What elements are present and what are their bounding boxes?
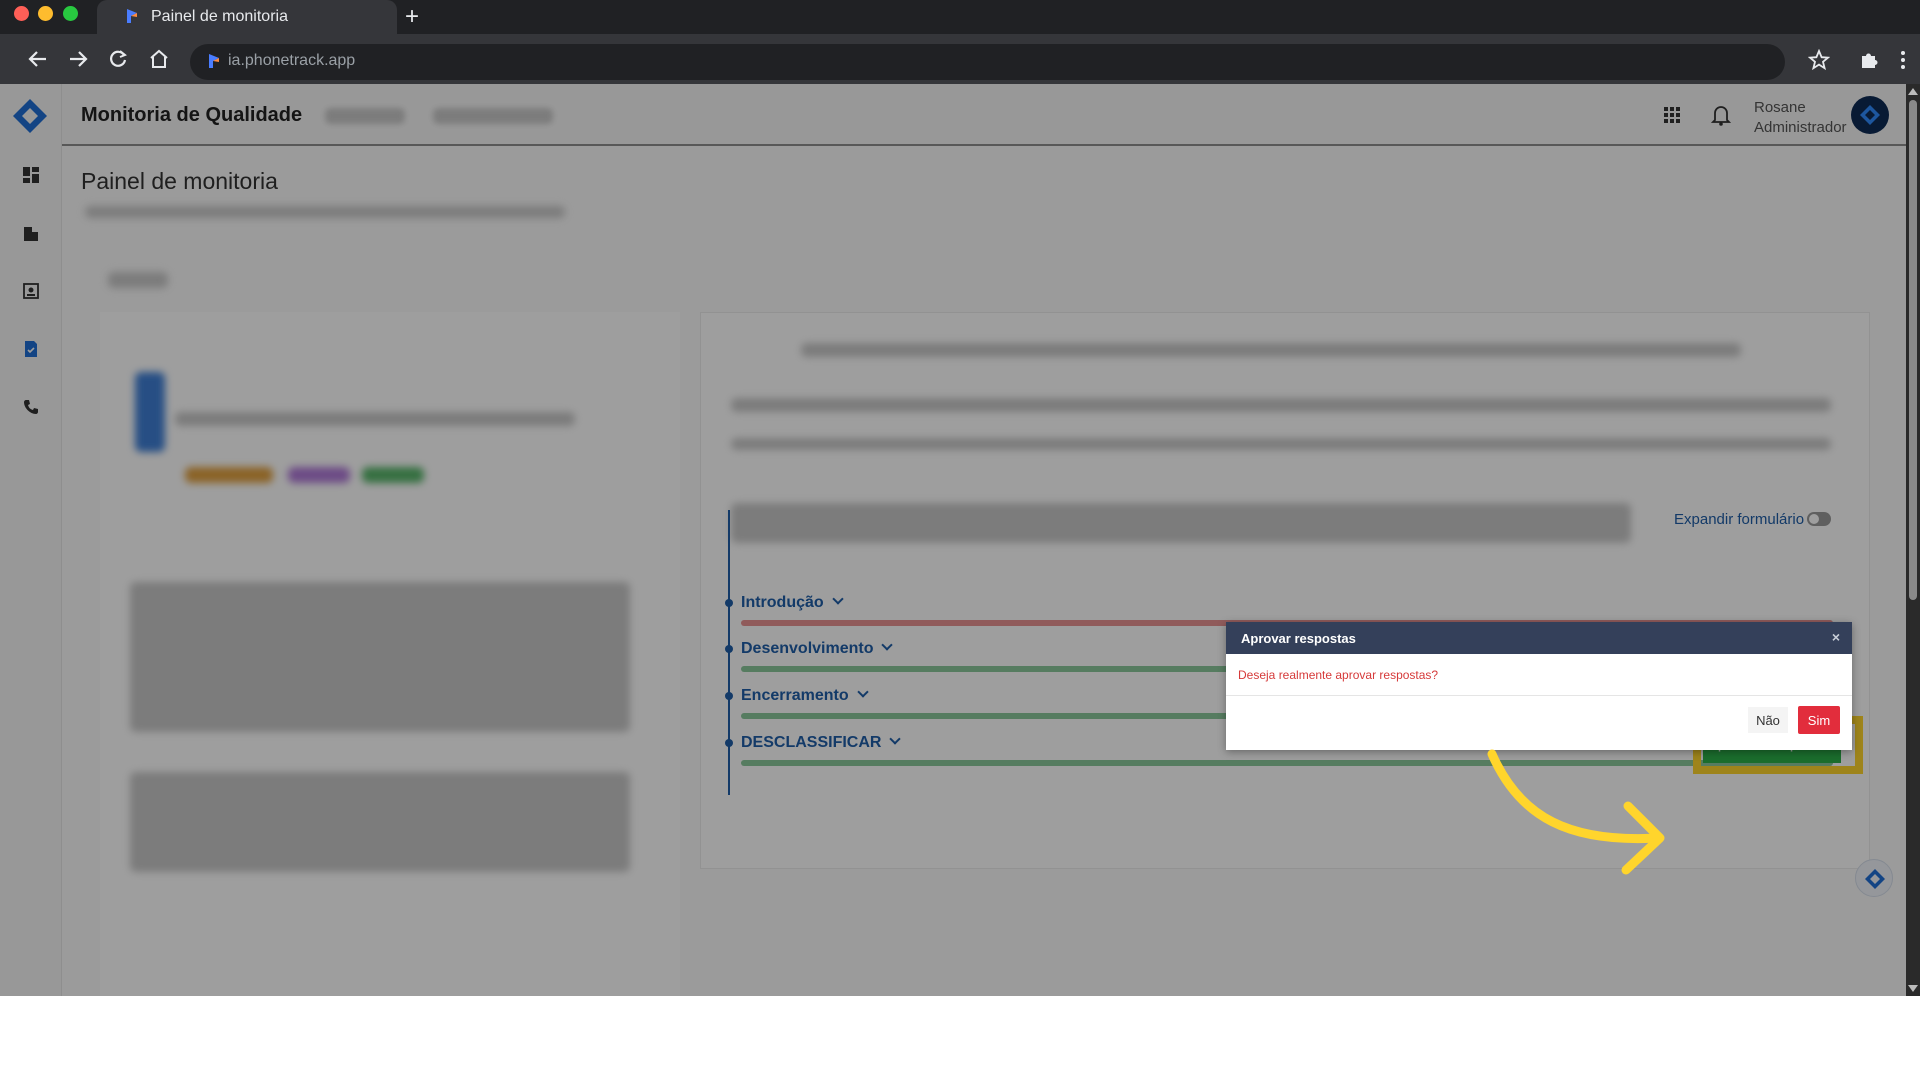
browser-titlebar: Painel de monitoria +	[0, 0, 1920, 34]
home-icon[interactable]	[147, 47, 171, 71]
bookmark-star-icon[interactable]	[1808, 49, 1830, 71]
extensions-puzzle-icon[interactable]	[1858, 49, 1880, 71]
scroll-down-arrow-icon[interactable]	[1908, 985, 1918, 992]
site-favicon-icon	[209, 54, 219, 68]
forward-arrow-icon[interactable]	[66, 47, 90, 71]
close-window-button[interactable]	[14, 6, 29, 21]
annotation-arrow-icon	[1487, 749, 1665, 875]
no-button[interactable]: Não	[1748, 707, 1788, 733]
back-arrow-icon[interactable]	[26, 47, 50, 71]
dialog-message: Deseja realmente aprovar respostas?	[1226, 654, 1852, 696]
dialog-title: Aprovar respostas	[1241, 631, 1356, 646]
maximize-window-button[interactable]	[63, 6, 78, 21]
phonetrack-favicon-icon	[127, 9, 137, 23]
approve-dialog: Aprovar respostas × Deseja realmente apr…	[1226, 622, 1852, 750]
minimize-window-button[interactable]	[38, 6, 53, 21]
scrollbar-thumb[interactable]	[1909, 100, 1917, 600]
address-bar[interactable]	[190, 44, 1785, 80]
browser-menu-icon[interactable]	[1892, 49, 1914, 71]
url-text[interactable]: ia.phonetrack.app	[228, 52, 355, 70]
close-icon[interactable]: ×	[1832, 629, 1840, 645]
dialog-footer: Não Sim	[1226, 696, 1852, 750]
yes-button[interactable]: Sim	[1798, 706, 1840, 734]
browser-tab[interactable]: Painel de monitoria	[97, 0, 397, 34]
reload-icon[interactable]	[106, 47, 130, 71]
scroll-up-arrow-icon[interactable]	[1908, 88, 1918, 95]
tab-title: Painel de monitoria	[151, 8, 288, 25]
dialog-header: Aprovar respostas ×	[1226, 622, 1852, 654]
new-tab-button[interactable]: +	[405, 2, 419, 32]
